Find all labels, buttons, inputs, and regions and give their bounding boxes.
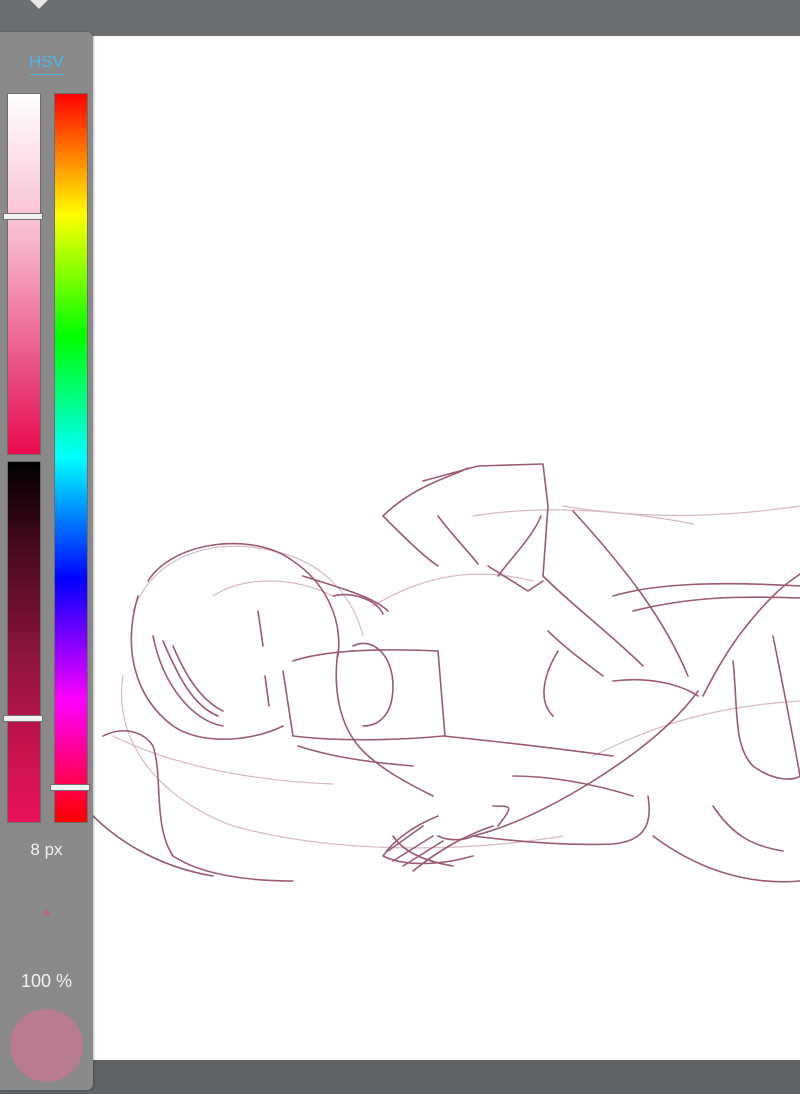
brush-size-label[interactable]: 8 px: [0, 840, 93, 860]
hue-slider[interactable]: [54, 93, 88, 823]
color-panel: HSV 8 px 100 %: [0, 32, 93, 1090]
color-mode-tab[interactable]: HSV: [0, 52, 93, 72]
saturation-slider-handle[interactable]: [3, 213, 43, 221]
value-slider[interactable]: [7, 461, 41, 823]
brush-size-dot-icon: [44, 910, 50, 916]
diamond-handle-icon[interactable]: [29, 0, 49, 9]
saturation-slider[interactable]: [7, 93, 41, 455]
mode-underline: [30, 74, 63, 75]
top-toolbar: [0, 0, 800, 36]
drawing-canvas[interactable]: [93, 36, 800, 1060]
hue-slider-handle[interactable]: [50, 783, 90, 791]
value-slider-handle[interactable]: [3, 715, 43, 723]
current-color-swatch[interactable]: [10, 1009, 83, 1082]
opacity-label[interactable]: 100 %: [0, 971, 93, 992]
bottom-toolbar: [0, 1060, 800, 1094]
sketch-drawing: [93, 463, 800, 883]
